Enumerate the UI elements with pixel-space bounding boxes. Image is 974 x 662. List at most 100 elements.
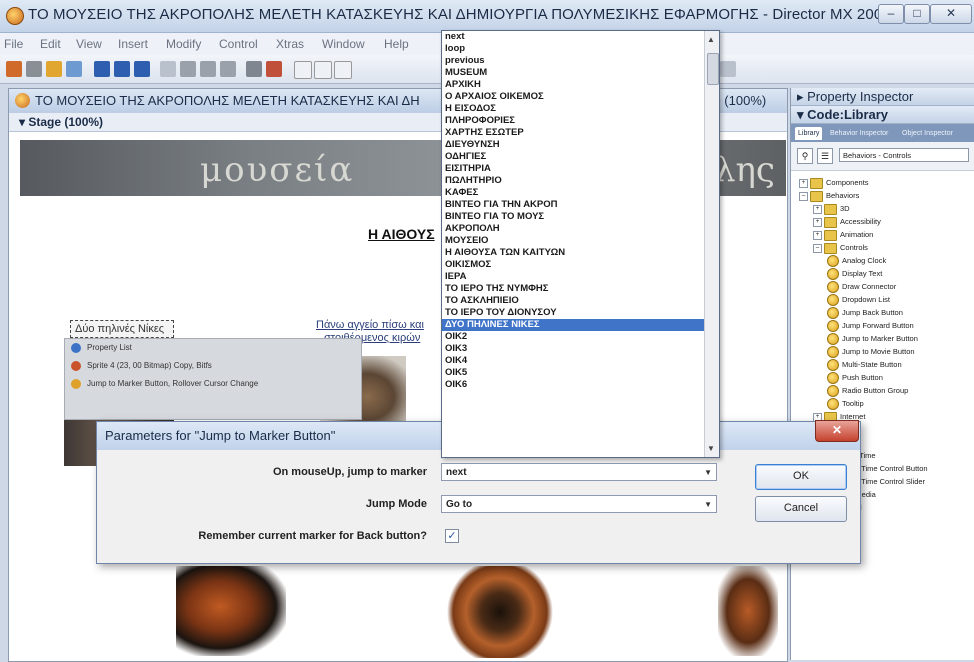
tree-folder[interactable]: +3D — [813, 202, 850, 215]
tree-behavior[interactable]: Jump to Marker Button — [827, 332, 918, 346]
scroll-down-icon[interactable]: ▼ — [707, 444, 715, 453]
marker-option[interactable]: ΑΡΧΙΚΗ — [442, 79, 704, 91]
extra-tool-icon[interactable] — [720, 61, 736, 77]
copy-icon[interactable] — [200, 61, 216, 77]
dialog-close-button[interactable]: ✕ — [815, 420, 859, 442]
behavior-row[interactable]: Property List — [71, 343, 132, 359]
marker-option[interactable]: ΔΙΕΥΘΥΝΣΗ — [442, 139, 704, 151]
marker-option[interactable]: ΔΥΟ ΠΗΛΙΝΕΣ ΝΙΚΕΣ — [442, 319, 704, 331]
tree-behavior[interactable]: Radio Button Group — [827, 384, 908, 398]
collapse-icon[interactable]: – — [813, 243, 822, 253]
marker-option[interactable]: next — [442, 31, 704, 43]
tree-behavior[interactable]: Push Button — [827, 371, 883, 385]
marker-option[interactable]: ΒΙΝΤΕΟ ΓΙΑ ΤΗΝ ΑΚΡΟΠ — [442, 199, 704, 211]
marker-option[interactable]: ΑΚΡΟΠΟΛΗ — [442, 223, 704, 235]
dropdown-scrollbar[interactable]: ▲ ▼ — [704, 31, 719, 457]
behavior-row[interactable]: Sprite 4 (23, 00 Bitmap) Copy, Bitfs — [71, 361, 212, 377]
list-view-icon[interactable]: ☰ — [817, 148, 833, 164]
stage-tab[interactable]: ▾ Stage (100%) — [19, 115, 103, 129]
tree-behavior[interactable]: Multi-State Button — [827, 358, 902, 372]
property-inspector-header[interactable]: ▸ Property Inspector — [791, 88, 974, 106]
expand-icon[interactable]: + — [799, 178, 808, 188]
paste-icon[interactable] — [220, 61, 236, 77]
undo-icon[interactable] — [160, 61, 176, 77]
maximize-button[interactable]: □ — [904, 4, 930, 24]
selected-sprite[interactable]: Δύο πηλινές Νίκες — [70, 320, 174, 338]
expand-icon[interactable]: + — [813, 217, 822, 227]
cut-icon[interactable] — [180, 61, 196, 77]
lamp-image[interactable] — [718, 566, 778, 656]
krater-image[interactable] — [176, 566, 286, 656]
marker-option[interactable]: ΤΟ ΑΣΚΛΗΠΙΕΙΟ — [442, 295, 704, 307]
marker-option[interactable]: ΤΟ ΙΕΡΟ ΤΗΣ ΝΥΜΦΗΣ — [442, 283, 704, 295]
find-icon[interactable] — [246, 61, 262, 77]
tree-behavior[interactable]: Display Text — [827, 267, 882, 281]
tree-behavior[interactable]: Jump Forward Button — [827, 319, 914, 333]
marker-option[interactable]: ΙΕΡΑ — [442, 271, 704, 283]
tab-object-inspector[interactable]: Object Inspector — [899, 127, 956, 140]
open-icon[interactable] — [46, 61, 62, 77]
minimize-button[interactable]: – — [878, 4, 904, 24]
marker-option[interactable]: loop — [442, 43, 704, 55]
category-select[interactable]: Behaviors - Controls — [839, 148, 969, 162]
remember-checkbox[interactable]: ✓ — [445, 529, 459, 543]
tree-folder[interactable]: – Controls — [813, 241, 868, 254]
marker-option[interactable]: MUSEUM — [442, 67, 704, 79]
collapse-icon[interactable]: – — [799, 191, 808, 201]
stop-icon[interactable] — [314, 61, 332, 79]
tree-behavior[interactable]: Dropdown List — [827, 293, 890, 307]
marker-option[interactable]: ΤΟ ΙΕΡΟ ΤΟΥ ΔΙΟΝΥΣΟΥ — [442, 307, 704, 319]
tree-behavior[interactable]: Draw Connector — [827, 280, 896, 294]
marker-option[interactable]: ΟΙΚ4 — [442, 355, 704, 367]
save-all-icon[interactable] — [114, 61, 130, 77]
scroll-thumb[interactable] — [707, 53, 719, 85]
marker-option[interactable]: ΟΙΚ5 — [442, 367, 704, 379]
menu-help[interactable]: Help — [384, 37, 409, 51]
marker-option[interactable]: ΕΙΣΙΤΗΡΙΑ — [442, 163, 704, 175]
behavior-row[interactable]: Jump to Marker Button, Rollover Cursor C… — [71, 379, 258, 395]
new-movie-icon[interactable] — [6, 61, 22, 77]
cancel-button[interactable]: Cancel — [755, 496, 847, 522]
menu-insert[interactable]: Insert — [118, 37, 148, 51]
marker-option[interactable]: ΟΙΚ6 — [442, 379, 704, 391]
marker-option[interactable]: previous — [442, 55, 704, 67]
tree-folder[interactable]: – Behaviors — [799, 189, 859, 202]
expand-icon[interactable]: + — [813, 204, 822, 214]
publish-icon[interactable] — [134, 61, 150, 77]
tree-behavior[interactable]: Analog Clock — [827, 254, 886, 268]
marker-option[interactable]: ΠΛΗΡΟΦΟΡΙΕΣ — [442, 115, 704, 127]
marker-option[interactable]: ΟΙΚ3 — [442, 343, 704, 355]
marker-select[interactable]: next ▼ — [441, 463, 717, 481]
magnify-icon[interactable]: ⚲ — [797, 148, 813, 164]
tree-behavior[interactable]: Jump Back Button — [827, 306, 903, 320]
save-icon[interactable] — [94, 61, 110, 77]
marker-option[interactable]: ΧΑΡΤΗΣ ΕΣΩΤΕΡ — [442, 127, 704, 139]
plate-image[interactable] — [440, 566, 560, 658]
tab-behavior-inspector[interactable]: Behavior Inspector — [827, 127, 891, 140]
marker-option[interactable]: ΒΙΝΤΕΟ ΓΙΑ ΤΟ ΜΟΥΣ — [442, 211, 704, 223]
marker-option[interactable]: ΚΑΦΕΣ — [442, 187, 704, 199]
tab-library[interactable]: Library — [795, 127, 823, 140]
ok-button[interactable]: OK — [755, 464, 847, 490]
tree-folder[interactable]: + Components — [799, 176, 869, 189]
marker-option[interactable]: ΟΙΚ2 — [442, 331, 704, 343]
marker-option[interactable]: ΟΙΚΙΣΜΟΣ — [442, 259, 704, 271]
marker-option[interactable]: Η ΕΙΣΟΔΟΣ — [442, 103, 704, 115]
tree-behavior[interactable]: Tooltip — [827, 397, 864, 411]
marker-option[interactable]: Η ΑΙΘΟΥΣΑ ΤΩΝ ΚΑΙΤΥΩΝ — [442, 247, 704, 259]
play-icon[interactable] — [334, 61, 352, 79]
jump-mode-select[interactable]: Go to ▼ — [441, 495, 717, 513]
menu-view[interactable]: View — [76, 37, 102, 51]
expand-icon[interactable]: + — [813, 230, 822, 240]
marker-option[interactable]: Ο ΑΡΧΑΙΟΣ ΟΙΚΕΜΟΣ — [442, 91, 704, 103]
menu-modify[interactable]: Modify — [166, 37, 201, 51]
rewind-icon[interactable] — [294, 61, 312, 79]
marker-option[interactable]: ΟΔΗΓΙΕΣ — [442, 151, 704, 163]
caption-link-1[interactable]: Πάνω αγγείο πίσω και — [316, 319, 424, 331]
marker-option[interactable]: ΜΟΥΣΕΙΟ — [442, 235, 704, 247]
new-cast-icon[interactable] — [26, 61, 42, 77]
import-icon[interactable] — [66, 61, 82, 77]
code-library-header[interactable]: ▾ Code:Library — [791, 106, 974, 124]
menu-xtras[interactable]: Xtras — [276, 37, 304, 51]
menu-edit[interactable]: Edit — [40, 37, 61, 51]
